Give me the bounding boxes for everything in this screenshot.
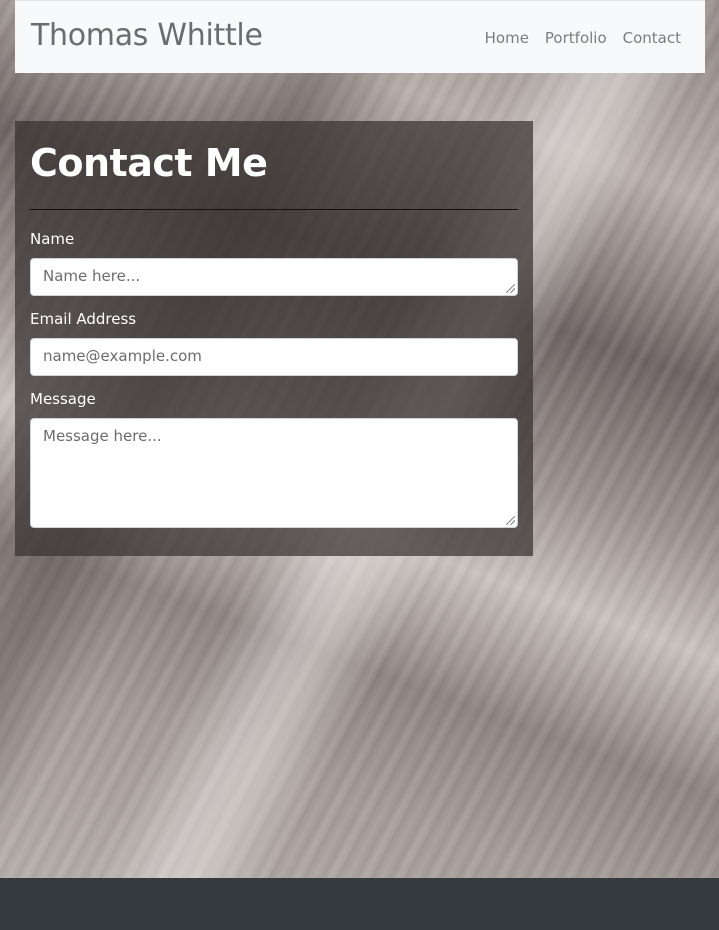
email-field[interactable]: name@example.com xyxy=(30,338,518,376)
footer xyxy=(0,878,719,930)
message-group: Message Message here... xyxy=(30,390,518,528)
message-placeholder: Message here... xyxy=(43,427,162,445)
name-group: Name Name here... xyxy=(30,230,518,296)
message-field[interactable]: Message here... xyxy=(30,418,518,528)
nav-link-contact[interactable]: Contact xyxy=(623,29,681,47)
resize-handle-icon[interactable] xyxy=(506,284,515,293)
email-placeholder: name@example.com xyxy=(43,347,202,365)
page-title: Contact Me xyxy=(30,141,268,185)
name-field[interactable]: Name here... xyxy=(30,258,518,296)
divider xyxy=(30,209,518,210)
navbar: Thomas Whittle Home Portfolio Contact xyxy=(15,0,705,73)
nav-menu: Home Portfolio Contact xyxy=(485,29,681,47)
contact-card: Contact Me Name Name here... Email Addre… xyxy=(15,121,533,556)
email-group: Email Address name@example.com xyxy=(30,310,518,376)
resize-handle-icon[interactable] xyxy=(506,516,515,525)
brand-title[interactable]: Thomas Whittle xyxy=(31,18,263,53)
name-placeholder: Name here... xyxy=(43,267,141,285)
nav-link-home[interactable]: Home xyxy=(485,29,529,47)
message-label: Message xyxy=(30,390,96,408)
nav-link-portfolio[interactable]: Portfolio xyxy=(545,29,607,47)
name-label: Name xyxy=(30,230,75,248)
email-label: Email Address xyxy=(30,310,137,328)
